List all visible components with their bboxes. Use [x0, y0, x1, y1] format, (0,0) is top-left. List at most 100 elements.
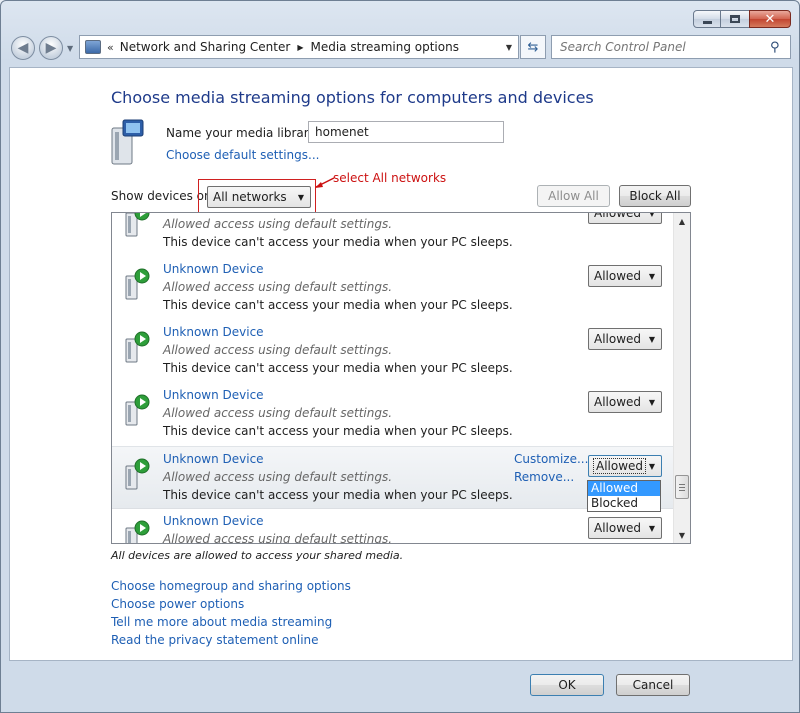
media-device-icon: [124, 213, 150, 238]
device-access-select[interactable]: Allowed ▼: [588, 212, 662, 224]
related-links: Choose homegroup and sharing options Choo…: [111, 577, 351, 649]
address-bar[interactable]: « Network and Sharing Center ▶ Media str…: [79, 35, 519, 59]
device-status: Allowed access using default settings.: [163, 470, 393, 484]
device-name-link[interactable]: Unknown Device: [163, 388, 264, 402]
breadcrumb-network-sharing-center[interactable]: Network and Sharing Center: [120, 40, 291, 54]
device-access-value: Allowed: [594, 395, 642, 409]
annotation-highlight-box: [198, 179, 316, 214]
dropdown-option[interactable]: Allowed: [588, 481, 660, 496]
breadcrumb-media-streaming-options[interactable]: Media streaming options: [310, 40, 458, 54]
device-row[interactable]: Unknown Device Allowed access using defau…: [112, 383, 675, 446]
chevron-down-icon: ▼: [648, 523, 655, 533]
device-name-link[interactable]: Unknown Device: [163, 212, 264, 213]
related-link[interactable]: Choose homegroup and sharing options: [111, 577, 351, 595]
related-link[interactable]: Choose power options: [111, 595, 351, 613]
block-all-button[interactable]: Block All: [619, 185, 691, 207]
maximize-button[interactable]: [720, 10, 750, 28]
ok-button[interactable]: OK: [530, 674, 604, 696]
forward-button[interactable]: ▶: [39, 36, 63, 60]
related-link[interactable]: Read the privacy statement online: [111, 631, 351, 649]
device-row[interactable]: Unknown Device Allowed access using defau…: [112, 212, 675, 257]
media-library-icon: [111, 119, 144, 165]
related-link[interactable]: Tell me more about media streaming: [111, 613, 351, 631]
remove-link[interactable]: Remove...: [514, 470, 574, 484]
device-status: Allowed access using default settings.: [163, 217, 393, 231]
maximize-icon: [730, 15, 740, 23]
search-input[interactable]: [558, 39, 770, 55]
device-access-value: Allowed: [594, 212, 642, 220]
back-arrow-icon: ◀: [17, 40, 29, 56]
back-button[interactable]: ◀: [11, 36, 35, 60]
device-name-link[interactable]: Unknown Device: [163, 514, 264, 528]
device-access-select[interactable]: Allowed ▼: [588, 455, 662, 477]
scrollbar-thumb[interactable]: [675, 475, 689, 499]
customize-link[interactable]: Customize...: [514, 452, 588, 466]
media-device-icon: [124, 457, 150, 491]
device-row[interactable]: Unknown Device Allowed access using defau…: [112, 257, 675, 320]
device-note: This device can't access your media when…: [163, 235, 513, 249]
content-pane: Choose media streaming options for compu…: [9, 67, 793, 661]
annotation-text: select All networks: [333, 171, 447, 185]
breadcrumb-overflow-icon[interactable]: «: [107, 41, 114, 54]
control-panel-window: ✕ ◀ ▶ ▼ « Network and Sharing Center ▶ M…: [0, 0, 800, 713]
chevron-down-icon: ▼: [648, 212, 655, 218]
chevron-down-icon: ▼: [648, 334, 655, 344]
media-device-icon: [124, 393, 150, 427]
device-status: Allowed access using default settings.: [163, 532, 393, 544]
device-note: This device can't access your media when…: [163, 424, 513, 438]
caption-buttons: ✕: [693, 10, 791, 28]
scroll-up-arrow-icon[interactable]: ▲: [674, 213, 690, 229]
device-status: Allowed access using default settings.: [163, 280, 393, 294]
recent-pages-chevron-down-icon[interactable]: ▼: [67, 44, 73, 53]
search-icon[interactable]: ⚲: [770, 40, 790, 55]
forward-arrow-icon: ▶: [45, 40, 57, 56]
device-access-value: Allowed: [592, 458, 647, 474]
scroll-down-arrow-icon[interactable]: ▼: [674, 527, 690, 543]
device-list-footer: All devices are allowed to access your s…: [111, 549, 404, 562]
device-access-select[interactable]: Allowed ▼: [588, 391, 662, 413]
library-name-input[interactable]: [308, 121, 504, 143]
page-title: Choose media streaming options for compu…: [111, 88, 594, 107]
cancel-button[interactable]: Cancel: [616, 674, 690, 696]
grip-icon: [679, 483, 685, 491]
media-device-icon: [124, 330, 150, 364]
dropdown-option[interactable]: Blocked: [588, 496, 660, 511]
minimize-icon: [702, 20, 712, 24]
annotation-arrow-icon: [315, 177, 335, 188]
refresh-button[interactable]: ⇆: [520, 35, 546, 59]
device-row[interactable]: Unknown Device Allowed access using defau…: [112, 320, 675, 383]
device-access-value: Allowed: [594, 521, 642, 535]
address-history-chevron-down-icon[interactable]: ▼: [506, 43, 512, 52]
device-note: This device can't access your media when…: [163, 488, 513, 502]
device-access-select[interactable]: Allowed ▼: [588, 328, 662, 350]
device-name-link[interactable]: Unknown Device: [163, 452, 264, 466]
device-note: This device can't access your media when…: [163, 361, 513, 375]
chevron-down-icon: ▼: [648, 271, 655, 281]
chevron-down-icon: ▼: [648, 461, 655, 471]
allow-all-button[interactable]: Allow All: [537, 185, 610, 207]
breadcrumb-separator-icon[interactable]: ▶: [297, 43, 303, 52]
device-status: Allowed access using default settings.: [163, 406, 393, 420]
device-name-link[interactable]: Unknown Device: [163, 262, 264, 276]
device-status: Allowed access using default settings.: [163, 343, 393, 357]
close-icon: ✕: [764, 11, 776, 27]
device-access-value: Allowed: [594, 332, 642, 346]
device-row[interactable]: Unknown Device Allowed access using defau…: [112, 509, 675, 544]
minimize-button[interactable]: [693, 10, 721, 28]
refresh-icon: ⇆: [527, 39, 539, 55]
device-access-select[interactable]: Allowed ▼: [588, 265, 662, 287]
device-access-select[interactable]: Allowed ▼: [588, 517, 662, 539]
media-device-icon: [124, 267, 150, 301]
media-device-icon: [124, 519, 150, 543]
library-name-label: Name your media library:: [166, 126, 319, 140]
access-dropdown-list: Allowed Blocked: [587, 480, 661, 512]
close-button[interactable]: ✕: [749, 10, 791, 28]
device-name-link[interactable]: Unknown Device: [163, 325, 264, 339]
search-box: ⚲: [551, 35, 791, 59]
chevron-down-icon: ▼: [648, 397, 655, 407]
control-panel-icon: [85, 40, 101, 54]
choose-default-settings-link[interactable]: Choose default settings...: [166, 148, 319, 162]
device-list-scrollbar[interactable]: ▲ ▼: [673, 213, 690, 543]
device-note: This device can't access your media when…: [163, 298, 513, 312]
device-access-value: Allowed: [594, 269, 642, 283]
